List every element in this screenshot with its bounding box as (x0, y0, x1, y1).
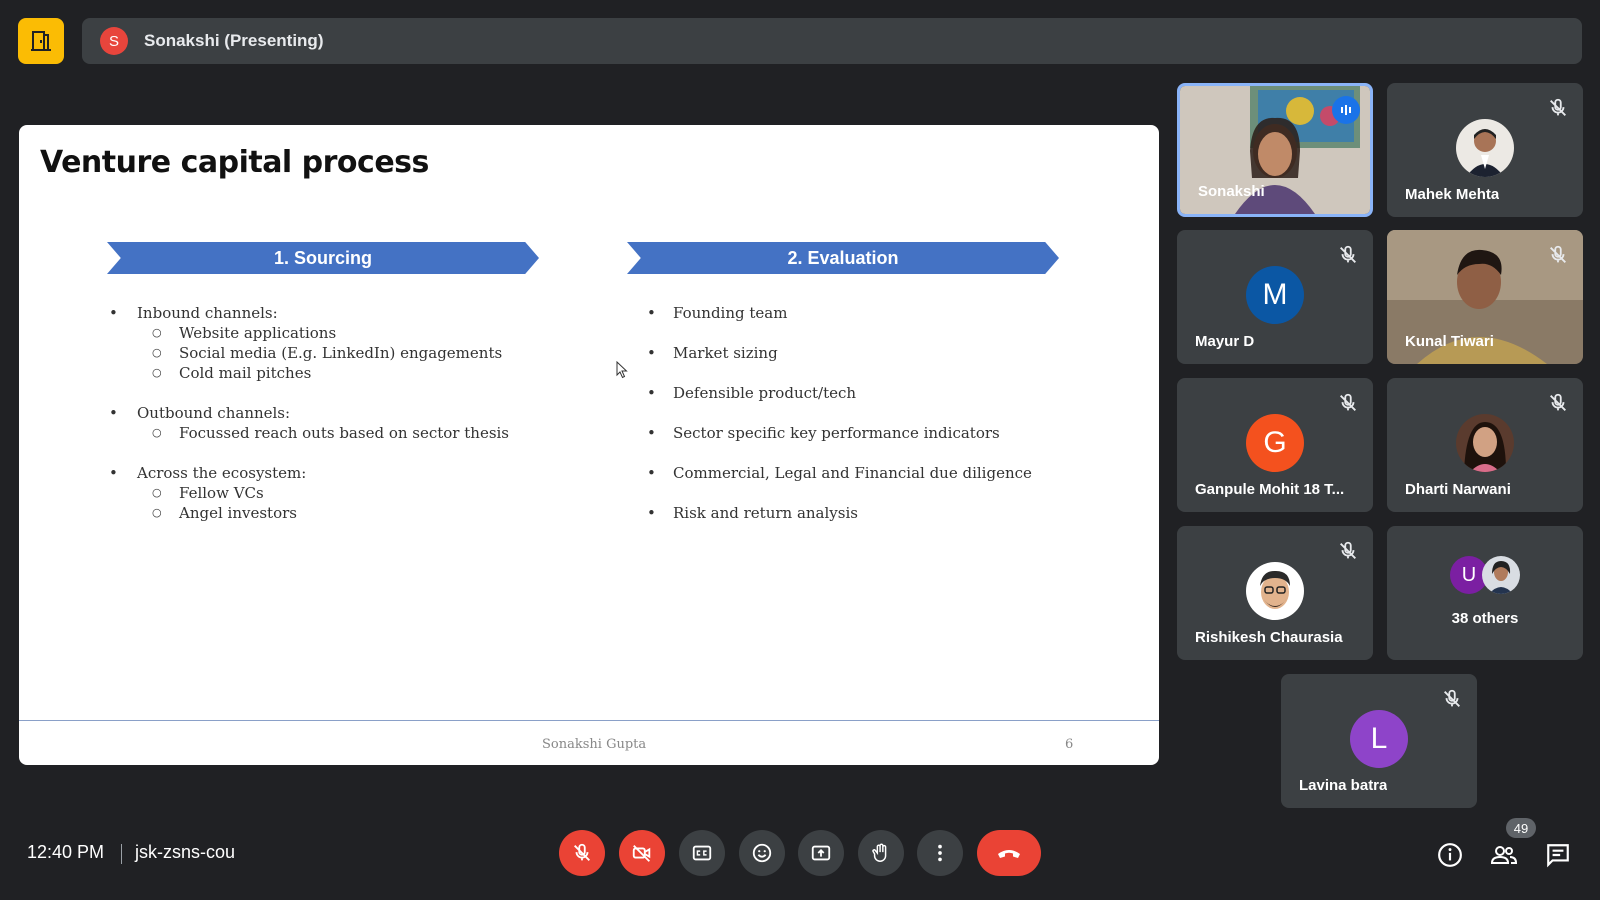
door-icon (31, 31, 51, 51)
list-subitem: Website applications (109, 323, 569, 343)
mic-off-icon (574, 843, 590, 861)
hang-up-icon (998, 850, 1020, 858)
people-button[interactable] (1489, 840, 1519, 870)
list-item: Commercial, Legal and Financial due dili… (647, 463, 1127, 483)
speaking-indicator-icon (1332, 96, 1360, 124)
list-item: Inbound channels: (109, 303, 569, 323)
participant-name: Kunal Tiwari (1405, 333, 1494, 350)
divider (121, 844, 122, 864)
list-subitem: Cold mail pitches (109, 363, 569, 383)
participant-name: Ganpule Mohit 18 T... (1195, 481, 1345, 498)
participant-name: Mayur D (1195, 333, 1255, 350)
participant-name: Mahek Mehta (1405, 186, 1500, 203)
sourcing-list: Inbound channels: Website applications S… (109, 303, 569, 523)
presenter-avatar: S (100, 27, 128, 55)
slide-page-number: 6 (1065, 737, 1074, 752)
slide-title: Venture capital process (40, 145, 429, 180)
camera-off-icon (632, 845, 651, 862)
list-subitem: Fellow VCs (109, 483, 569, 503)
avatar (1246, 562, 1304, 620)
participant-tile[interactable]: G Ganpule Mohit 18 T... (1177, 378, 1373, 512)
present-icon (811, 845, 831, 861)
avatar: G (1246, 414, 1304, 472)
participant-name: Dharti Narwani (1405, 481, 1511, 498)
mic-off-icon (1550, 98, 1566, 116)
more-options-button[interactable] (917, 830, 963, 876)
list-subitem: Angel investors (109, 503, 569, 523)
captions-button[interactable] (679, 830, 725, 876)
emoji-icon (752, 843, 772, 863)
list-item: Risk and return analysis (647, 503, 1127, 523)
app-logo (18, 18, 64, 64)
mic-off-icon (1550, 393, 1566, 411)
mic-toggle-button[interactable] (559, 830, 605, 876)
list-item: Founding team (647, 303, 1127, 323)
hand-icon (872, 843, 887, 862)
reactions-button[interactable] (739, 830, 785, 876)
mic-off-icon (1340, 245, 1356, 263)
presenter-bar[interactable]: S Sonakshi (Presenting) (82, 18, 1582, 64)
mic-off-icon (1444, 689, 1460, 707)
list-subitem: Social media (E.g. LinkedIn) engagements (109, 343, 569, 363)
more-vert-icon (938, 844, 942, 862)
meeting-details-button[interactable] (1435, 840, 1465, 870)
list-subitem: Focussed reach outs based on sector thes… (109, 423, 569, 443)
info-icon (1438, 843, 1462, 867)
mic-off-icon (1550, 245, 1566, 263)
participant-tile[interactable]: Sonakshi (1177, 83, 1373, 217)
camera-toggle-button[interactable] (619, 830, 665, 876)
chat-button[interactable] (1543, 840, 1573, 870)
chat-icon (1547, 844, 1569, 868)
present-screen-button[interactable] (798, 830, 844, 876)
slide-footer-name: Sonakshi Gupta (542, 737, 647, 752)
mic-off-icon (1340, 393, 1356, 411)
list-item: Outbound channels: (109, 403, 569, 423)
avatar (1482, 556, 1520, 594)
raise-hand-button[interactable] (858, 830, 904, 876)
evaluation-list: Founding team Market sizing Defensible p… (647, 303, 1127, 543)
participant-tile[interactable]: Dharti Narwani (1387, 378, 1583, 512)
participant-tile[interactable]: L Lavina batra (1281, 674, 1477, 808)
evaluation-heading: 2. Evaluation (627, 242, 1059, 274)
list-item: Market sizing (647, 343, 1127, 363)
leave-call-button[interactable] (977, 830, 1041, 876)
participant-tile[interactable]: M Mayur D (1177, 230, 1373, 364)
presenter-label: Sonakshi (Presenting) (144, 31, 324, 50)
others-tile[interactable]: U 38 others (1387, 526, 1583, 660)
presentation-slide: Venture capital process 1. Sourcing 2. E… (19, 125, 1159, 765)
mic-off-icon (1340, 541, 1356, 559)
avatar: L (1350, 710, 1408, 768)
people-icon (1490, 846, 1518, 864)
sourcing-heading: 1. Sourcing (107, 242, 539, 274)
others-label: 38 others (1451, 610, 1519, 627)
participant-name: Sonakshi (1198, 183, 1265, 200)
people-count-badge: 49 (1506, 818, 1536, 838)
avatar (1456, 119, 1514, 177)
slide-footer-rule (19, 720, 1159, 721)
meeting-code[interactable]: jsk-zsns-cou (135, 842, 235, 863)
clock: 12:40 PM (27, 842, 105, 862)
avatar: M (1246, 266, 1304, 324)
participant-tile[interactable]: Kunal Tiwari (1387, 230, 1583, 364)
participant-name: Lavina batra (1299, 777, 1388, 794)
participant-name: Rishikesh Chaurasia (1195, 629, 1343, 646)
list-item: Sector specific key performance indicato… (647, 423, 1127, 443)
list-item: Defensible product/tech (647, 383, 1127, 403)
captions-icon (692, 845, 712, 861)
mouse-cursor-icon (616, 361, 628, 379)
participant-tile[interactable]: Rishikesh Chaurasia (1177, 526, 1373, 660)
participant-tile[interactable]: Mahek Mehta (1387, 83, 1583, 217)
list-item: Across the ecosystem: (109, 463, 569, 483)
avatar (1456, 414, 1514, 472)
